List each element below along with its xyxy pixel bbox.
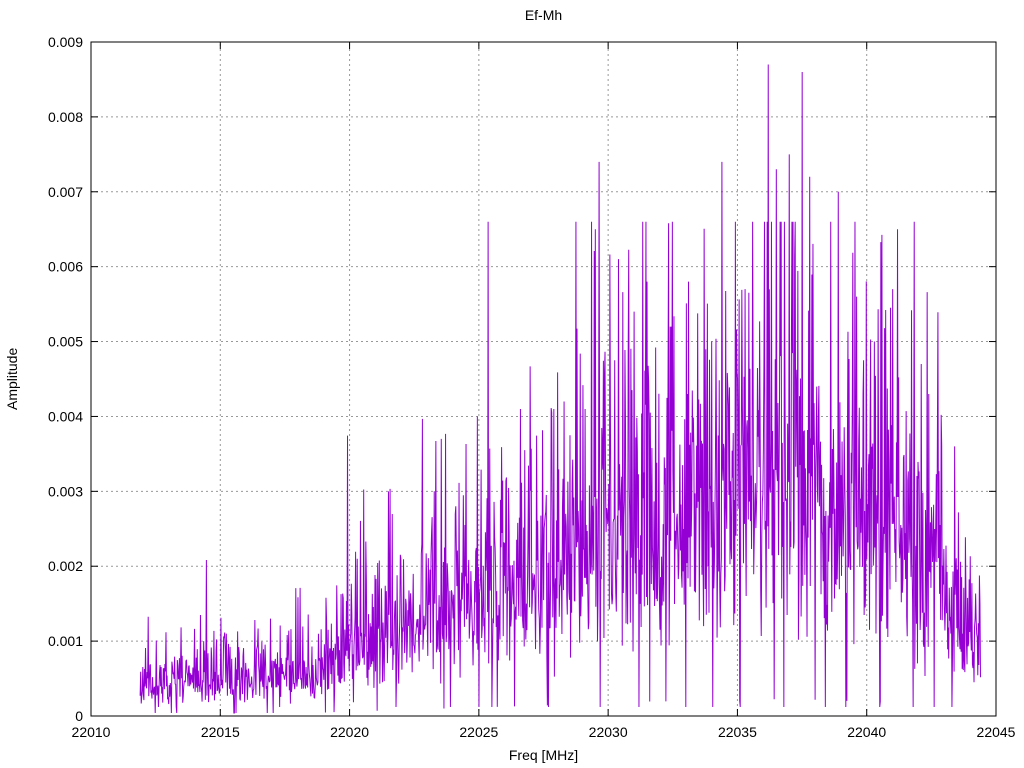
y-tick-label: 0 (75, 708, 83, 724)
y-tick-label: 0.007 (48, 184, 83, 200)
y-tick-label: 0.006 (48, 259, 83, 275)
y-tick-label: 0.003 (48, 483, 83, 499)
y-tick-label: 0.005 (48, 334, 83, 350)
y-tick-label: 0.004 (48, 408, 83, 424)
gnuplot-chart-window: Ef-Mh Amplitude Freq [MHz] 22010 22015 220… (0, 0, 1024, 768)
x-tick-label: 22025 (459, 724, 498, 740)
x-tick-label: 22030 (589, 724, 628, 740)
y-tick-label: 0.002 (48, 558, 83, 574)
x-tick-label: 22010 (72, 724, 111, 740)
y-tick-label: 0.008 (48, 109, 83, 125)
x-tick-label: 22040 (847, 724, 886, 740)
x-tick-label: 22035 (718, 724, 757, 740)
y-tick-label: 0.001 (48, 633, 83, 649)
plot-canvas: 22010 22015 22020 22025 22030 22035 22040 22045… (48, 34, 1016, 740)
x-tick-label: 22020 (330, 724, 369, 740)
plot-border (90, 41, 997, 717)
x-tick-label: 22015 (201, 724, 240, 740)
data-trace (139, 64, 981, 714)
x-tick-label: 22045 (977, 724, 1016, 740)
y-tick-label: 0.009 (48, 34, 83, 50)
